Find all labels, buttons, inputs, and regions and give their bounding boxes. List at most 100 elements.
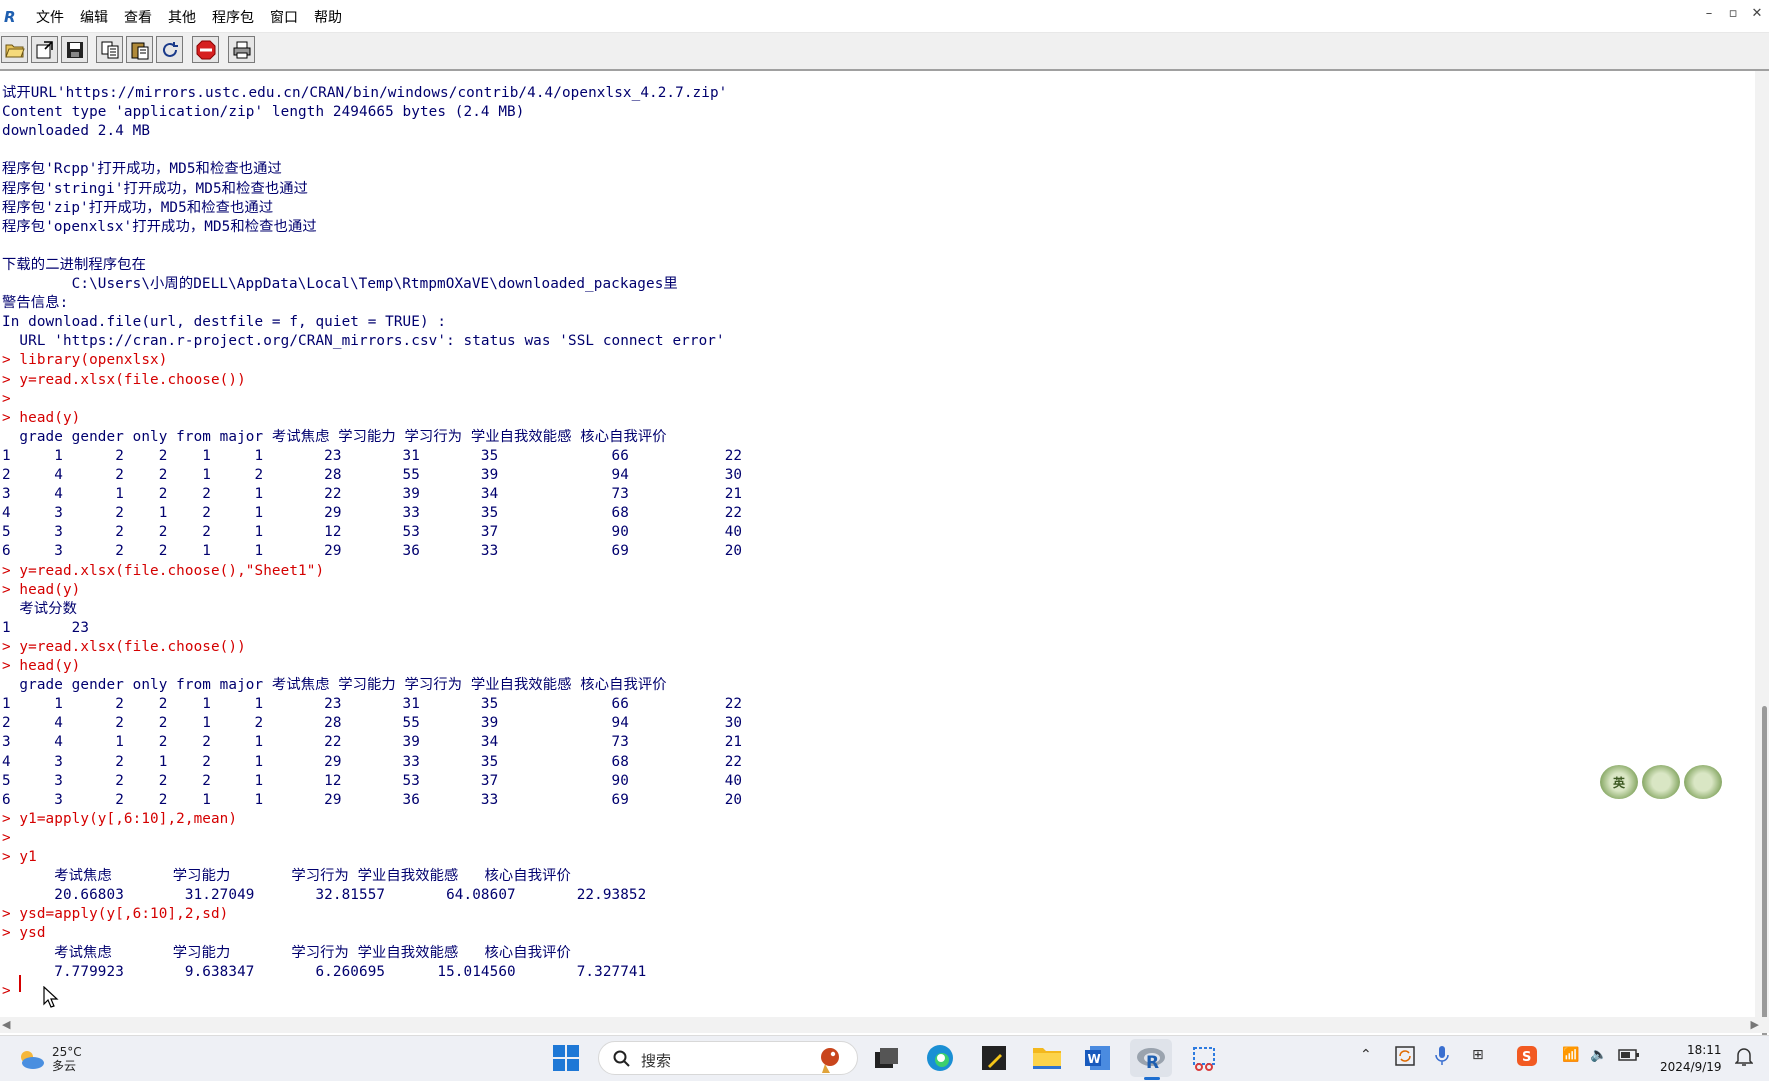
menu-items: 文件 编辑 查看 其他 程序包 窗口 帮助 bbox=[28, 7, 350, 27]
windows-logo-icon bbox=[553, 1045, 579, 1071]
console-output-line: grade gender only from major 考试焦虑 学习能力 学… bbox=[2, 677, 667, 694]
weather-widget[interactable]: 25°C 多云 bbox=[16, 1045, 82, 1073]
floppy-save-icon bbox=[66, 41, 83, 58]
menu-edit[interactable]: 编辑 bbox=[72, 7, 116, 27]
console-command-line: > head(y) bbox=[2, 409, 81, 426]
load-workspace-icon bbox=[36, 40, 53, 58]
load-workspace-button[interactable] bbox=[31, 36, 58, 63]
vertical-scrollbar[interactable] bbox=[1755, 71, 1769, 1066]
volume-icon[interactable]: 🔈 bbox=[1590, 1047, 1607, 1063]
save-workspace-button[interactable] bbox=[61, 36, 88, 63]
ime-language-icon[interactable]: 英 bbox=[1600, 765, 1638, 799]
console-output-line: URL 'https://cran.r-project.org/CRAN_mir… bbox=[2, 333, 725, 350]
console-command-line: > bbox=[2, 390, 11, 407]
weather-temperature: 25°C bbox=[52, 1045, 82, 1059]
console-output-line: 6 3 2 2 1 1 29 36 33 69 20 bbox=[2, 791, 743, 808]
console-output-line: 1 1 2 2 1 1 23 31 35 66 22 bbox=[2, 447, 743, 464]
menu-help[interactable]: 帮助 bbox=[306, 7, 350, 27]
wifi-icon[interactable]: 📶 bbox=[1562, 1047, 1579, 1063]
word-button[interactable]: W bbox=[1084, 1044, 1114, 1072]
console-output-line: 下载的二进制程序包在 bbox=[2, 256, 146, 273]
toolbar bbox=[0, 33, 1769, 71]
edge-browser-button[interactable] bbox=[926, 1044, 956, 1072]
show-hidden-icons-chevron-icon[interactable]: ⌃ bbox=[1360, 1047, 1372, 1063]
task-view-icon bbox=[875, 1048, 898, 1068]
menu-packages[interactable]: 程序包 bbox=[204, 7, 262, 27]
console-output-line: 程序包'stringi'打开成功，MD5和检查也通过 bbox=[2, 180, 309, 197]
console-command-line: > y=read.xlsx(file.choose()) bbox=[2, 371, 246, 388]
console-command-line: > ysd=apply(y[,6:10],2,sd) bbox=[2, 906, 229, 923]
menu-file[interactable]: 文件 bbox=[28, 7, 72, 27]
console-output-line: 程序包'openxlsx'打开成功，MD5和检查也通过 bbox=[2, 218, 317, 235]
microphone-icon[interactable] bbox=[1434, 1045, 1450, 1067]
copy-button[interactable] bbox=[96, 36, 123, 63]
console-output-line: 程序包'zip'打开成功，MD5和检查也通过 bbox=[2, 199, 274, 216]
menu-misc[interactable]: 其他 bbox=[160, 7, 204, 27]
weather-description: 多云 bbox=[52, 1059, 77, 1073]
menu-windows[interactable]: 窗口 bbox=[262, 7, 306, 27]
ime-menu-icon[interactable] bbox=[1684, 765, 1722, 799]
console-output-line: 20.66803 31.27049 32.81557 64.08607 22.9… bbox=[2, 887, 647, 904]
start-button[interactable] bbox=[552, 1044, 582, 1072]
console-output-line: 考试焦虑 学习能力 学习行为 学业自我效能感 核心自我评价 bbox=[2, 944, 571, 961]
console-output-line: 考试焦虑 学习能力 学习行为 学业自我效能感 核心自我评价 bbox=[2, 868, 571, 885]
console-output-line: C:\Users\小周的DELL\AppData\Local\Temp\Rtmp… bbox=[2, 276, 678, 292]
stop-button[interactable] bbox=[192, 36, 219, 63]
console-command-line: > head(y) bbox=[2, 658, 81, 674]
task-view-button[interactable] bbox=[872, 1044, 902, 1072]
console-output-line: 5 3 2 2 2 1 12 53 37 90 40 bbox=[2, 772, 743, 789]
r-gui-taskbar-button[interactable]: R bbox=[1130, 1039, 1172, 1080]
open-script-button[interactable] bbox=[1, 36, 28, 63]
snipping-tool-button[interactable] bbox=[1190, 1044, 1220, 1072]
ime-settings-icon[interactable] bbox=[1642, 765, 1680, 799]
console-output-line: 1 1 2 2 1 1 23 31 35 66 22 bbox=[2, 696, 743, 713]
svg-text:R: R bbox=[1146, 1053, 1159, 1070]
console-output-line: grade gender only from major 考试焦虑 学习能力 学… bbox=[2, 428, 667, 445]
word-icon: W bbox=[1085, 1046, 1110, 1070]
file-explorer-button[interactable] bbox=[1032, 1044, 1062, 1072]
menu-view[interactable]: 查看 bbox=[116, 7, 160, 27]
clock-date: 2024/9/19 bbox=[1660, 1060, 1722, 1074]
console-output-line: 5 3 2 2 2 1 12 53 37 90 40 bbox=[2, 524, 743, 541]
copy-paste-button[interactable] bbox=[156, 36, 183, 63]
system-clock[interactable]: 18:11 2024/9/19 bbox=[1660, 1042, 1722, 1076]
notification-bell-icon[interactable] bbox=[1735, 1045, 1753, 1067]
sticky-notes-button[interactable] bbox=[980, 1044, 1010, 1072]
console-output-line: Content type 'application/zip' length 24… bbox=[2, 104, 525, 121]
printer-icon bbox=[233, 41, 250, 58]
minimize-button[interactable]: – bbox=[1697, 6, 1721, 21]
copy-icon bbox=[101, 41, 118, 58]
close-button[interactable]: ✕ bbox=[1745, 6, 1769, 21]
scroll-right-arrow-icon[interactable]: ▶ bbox=[1751, 1018, 1759, 1031]
ime-language-indicator[interactable]: ⊞ bbox=[1472, 1047, 1484, 1063]
menu-bar: R 文件 编辑 查看 其他 程序包 窗口 帮助 – ▫ ✕ bbox=[0, 0, 1769, 33]
ime-floating-widget[interactable]: 英 bbox=[1600, 765, 1722, 799]
paste-icon bbox=[131, 42, 148, 59]
console-output-line: 考试分数 bbox=[2, 600, 78, 617]
console-output-line: 4 3 2 1 2 1 29 33 35 68 22 bbox=[2, 753, 743, 770]
battery-icon[interactable] bbox=[1618, 1048, 1640, 1062]
console-command-line: > ysd bbox=[2, 925, 46, 942]
console-output-line: 3 4 1 2 2 1 22 39 34 73 21 bbox=[2, 734, 743, 751]
console-output-line: 2 4 2 2 1 2 28 55 39 94 30 bbox=[2, 715, 743, 732]
console-command-line: > y1 bbox=[2, 849, 37, 865]
console-command-line: > head(y) bbox=[2, 581, 81, 598]
vertical-scroll-thumb[interactable] bbox=[1762, 706, 1767, 1066]
windows-taskbar: 25°C 多云 搜索 W R ⌃ ⊞ S 📶 🔈 18:11 2024/9/19 bbox=[0, 1035, 1769, 1081]
scroll-left-arrow-icon[interactable]: ◀ bbox=[2, 1018, 10, 1031]
window-controls: – ▫ ✕ bbox=[1697, 6, 1769, 21]
paste-button[interactable] bbox=[126, 36, 153, 63]
console-command-line: > y1=apply(y[,6:10],2,mean) bbox=[2, 810, 238, 827]
console-output-line: 3 4 1 2 2 1 22 39 34 73 21 bbox=[2, 486, 743, 503]
console-output-line: 7.779923 9.638347 6.260695 15.014560 7.3… bbox=[2, 963, 647, 980]
taskbar-search-box[interactable]: 搜索 bbox=[598, 1041, 858, 1075]
console-output-line: 1 23 bbox=[2, 619, 90, 636]
horizontal-scrollbar[interactable]: ◀ ▶ bbox=[0, 1017, 1769, 1033]
restore-button[interactable]: ▫ bbox=[1721, 6, 1745, 21]
print-button[interactable] bbox=[228, 36, 255, 63]
console-command-line: > bbox=[2, 982, 20, 999]
console-command-line: > y=read.xlsx(file.choose(),"Sheet1") bbox=[2, 562, 325, 579]
sogou-ime-icon[interactable]: S bbox=[1516, 1045, 1538, 1067]
sync-icon[interactable] bbox=[1394, 1045, 1416, 1067]
r-console[interactable]: 试开URL'https://mirrors.ustc.edu.cn/CRAN/b… bbox=[0, 71, 1754, 1017]
